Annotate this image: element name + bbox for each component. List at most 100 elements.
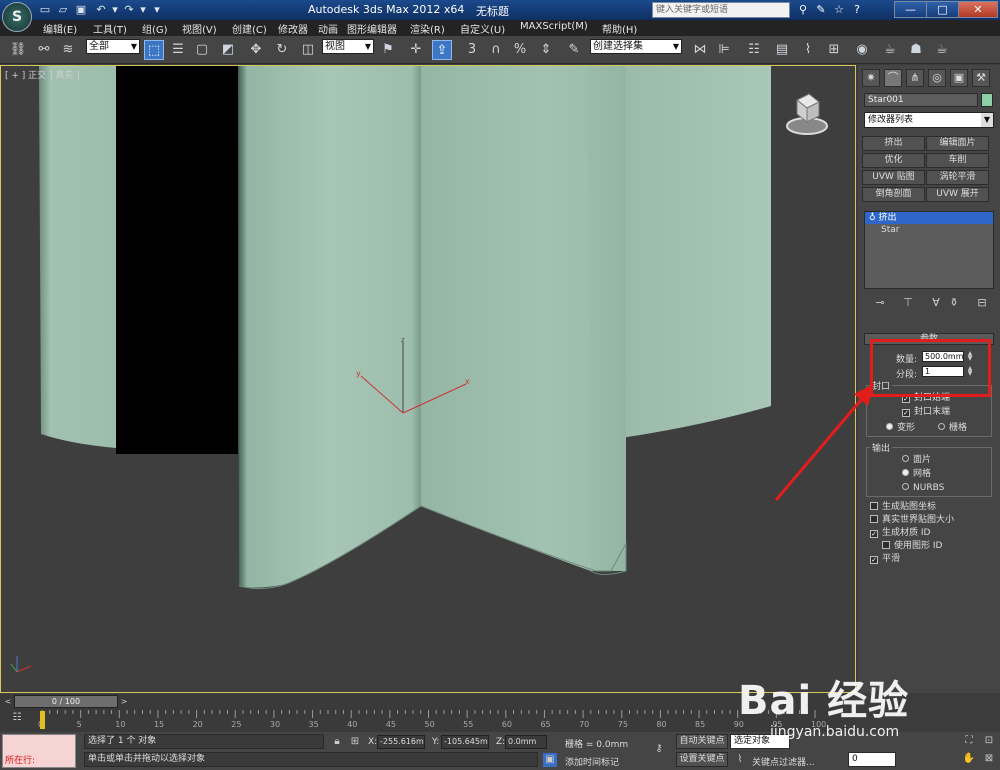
binoculars-icon[interactable]: ⚲ [796,3,810,17]
modifier-list-dropdown[interactable]: 修改器列表 ▼ [864,112,994,128]
move-icon[interactable]: ✥ [246,40,266,60]
time-slider-thumb[interactable]: 0 / 100 [14,695,118,708]
keyboard-shortcut-icon[interactable]: ⇪ [432,40,452,60]
set-key-button[interactable]: 设置关键点 [676,752,728,767]
auto-key-button[interactable]: 自动关键点 [676,734,728,749]
modifier-stack[interactable]: ♁ 挤出 Star [864,211,994,289]
mesh-radio[interactable]: 网格 [902,469,931,479]
quick-access-menu-icon[interactable]: ▾ [150,3,164,16]
scale-icon[interactable]: ◫ [298,40,318,60]
gen-mat-id-checkbox[interactable]: ✓ 生成材质 ID [870,528,930,538]
named-selection-dropdown[interactable]: 创建选择集 ▼ [590,39,682,54]
rect-selection-icon[interactable]: ▢ [192,40,212,60]
show-end-result-icon[interactable]: ⊤ [900,295,916,311]
next-frame-icon[interactable]: > [118,695,130,708]
maximize-viewport-icon[interactable]: ⊠ [982,752,996,766]
add-time-tag[interactable]: 添加时间标记 [565,755,619,768]
modifier-button-uvw-map[interactable]: UVW 贴图 [862,170,925,185]
pin-stack-icon[interactable]: ⊸ [872,295,888,311]
display-tab-icon[interactable]: ▣ [950,69,968,87]
nurbs-radio[interactable]: NURBS [902,483,944,493]
real-world-checkbox[interactable]: 真实世界贴图大小 [870,515,954,525]
rotate-icon[interactable]: ↻ [272,40,292,60]
modifier-button-edit-patch[interactable]: 编辑面片 [926,136,989,151]
align-icon[interactable]: ⊫ [714,40,734,60]
cap-end-checkbox[interactable]: ✓ 封口末端 [902,407,950,417]
menu-customize[interactable]: 自定义(U) [460,21,505,36]
new-file-icon[interactable]: ▭ [38,3,52,16]
object-name-field[interactable]: Star001 [864,93,978,107]
select-by-name-icon[interactable]: ☰ [168,40,188,60]
key-filter-curve-icon[interactable]: ⌇ [733,753,747,767]
time-tag-icon[interactable]: ▣ [543,753,557,767]
make-unique-icon[interactable]: ∀ [928,295,944,311]
viewport-label[interactable]: [ + ] 正交 ] 真实 ] [5,68,80,81]
material-editor-icon[interactable]: ◉ [852,40,872,60]
help-dropdown-icon[interactable]: ? [850,3,864,17]
select-object-icon[interactable]: ⬚ [144,40,164,60]
undo-icon[interactable]: ↶ [94,3,108,16]
mini-curve-icon[interactable]: ☷ [8,712,26,726]
minimize-button[interactable]: — [894,1,927,18]
unlink-icon[interactable]: ⚯ [34,40,54,60]
mirror-icon[interactable]: ⋈ [690,40,710,60]
graphite-ribbon-icon[interactable]: ▤ [772,40,792,60]
modify-tab-icon[interactable]: ⌒ [884,69,902,87]
edit-named-selection-icon[interactable]: ✎ [564,40,584,60]
window-crossing-icon[interactable]: ◩ [218,40,238,60]
create-tab-icon[interactable]: ✷ [862,69,880,87]
close-button[interactable]: ✕ [958,1,998,18]
modifier-button-unwrap-uvw[interactable]: UVW 展开 [926,187,989,202]
modifier-button-extrude[interactable]: 挤出 [862,136,925,151]
viewcube-icon[interactable] [783,90,831,136]
pan-icon[interactable]: ✋ [962,752,976,766]
layer-manager-icon[interactable]: ☷ [744,40,764,60]
modifier-button-bevel-profile[interactable]: 倒角剖面 [862,187,925,202]
patch-radio[interactable]: 面片 [902,455,931,465]
bind-spacewarp-icon[interactable]: ≋ [58,40,78,60]
pivot-center-icon[interactable]: ⚑ [378,40,398,60]
modifier-button-optimize[interactable]: 优化 [862,153,925,168]
search-input[interactable]: 键入关键字或短语 [652,2,790,18]
y-coord-field[interactable]: -105.645m [441,735,489,749]
current-frame-field[interactable]: 0 [848,752,896,767]
menu-group[interactable]: 组(G) [142,21,168,36]
key-icon[interactable]: ⚷ [648,742,670,756]
smooth-checkbox[interactable]: ✓ 平滑 [870,554,900,564]
maximize-button[interactable]: □ [926,1,959,18]
perspective-viewport[interactable]: z y x [ + ] 正交 ] 真实 ] [0,65,856,693]
menu-rendering[interactable]: 渲染(R) [410,21,445,36]
z-coord-field[interactable]: 0.0mm [505,735,547,749]
open-file-icon[interactable]: ▱ [56,3,70,16]
modifier-button-lathe[interactable]: 车削 [926,153,989,168]
rendered-frame-icon[interactable]: ☗ [906,40,926,60]
menu-views[interactable]: 视图(V) [182,21,217,36]
motion-tab-icon[interactable]: ◎ [928,69,946,87]
stack-item-star[interactable]: Star [865,224,993,236]
ref-coord-dropdown[interactable]: 视图 ▼ [322,39,374,54]
menu-create[interactable]: 创建(C) [232,21,267,36]
stack-item-extrude[interactable]: ♁ 挤出 [865,212,993,224]
menu-edit[interactable]: 编辑(E) [43,21,77,36]
utilities-tab-icon[interactable]: ⚒ [972,69,990,87]
percent-snap-icon[interactable]: % [510,40,530,60]
object-color-swatch[interactable] [981,93,993,107]
menu-animation[interactable]: 动画 [318,21,338,36]
menu-maxscript[interactable]: MAXScript(M) [520,21,588,32]
link-icon[interactable]: ⛓ [8,40,28,60]
redo-icon[interactable]: ↷ [122,3,136,16]
remove-modifier-icon[interactable]: ⚱ [946,295,962,311]
selection-filter-dropdown[interactable]: 全部 ▼ [86,39,140,54]
time-slider[interactable]: < 0 / 100 > [0,695,856,708]
angle-snap-icon[interactable]: ∩ [486,40,506,60]
save-file-icon[interactable]: ▣ [74,3,88,16]
lock-icon[interactable]: 🔒︎ [330,735,344,749]
morph-radio[interactable]: 变形 [886,423,915,433]
hierarchy-tab-icon[interactable]: ⋔ [906,69,924,87]
track-bar[interactable]: ☷ 05101520253035404550556065707580859095… [0,708,856,732]
undo-dropdown-icon[interactable]: ▾ [108,3,122,16]
snap-toggle-icon[interactable]: 3 [462,40,482,60]
absolute-mode-icon[interactable]: ⊞ [348,735,362,749]
menu-modifiers[interactable]: 修改器 [278,21,308,36]
menu-tools[interactable]: 工具(T) [93,21,127,36]
